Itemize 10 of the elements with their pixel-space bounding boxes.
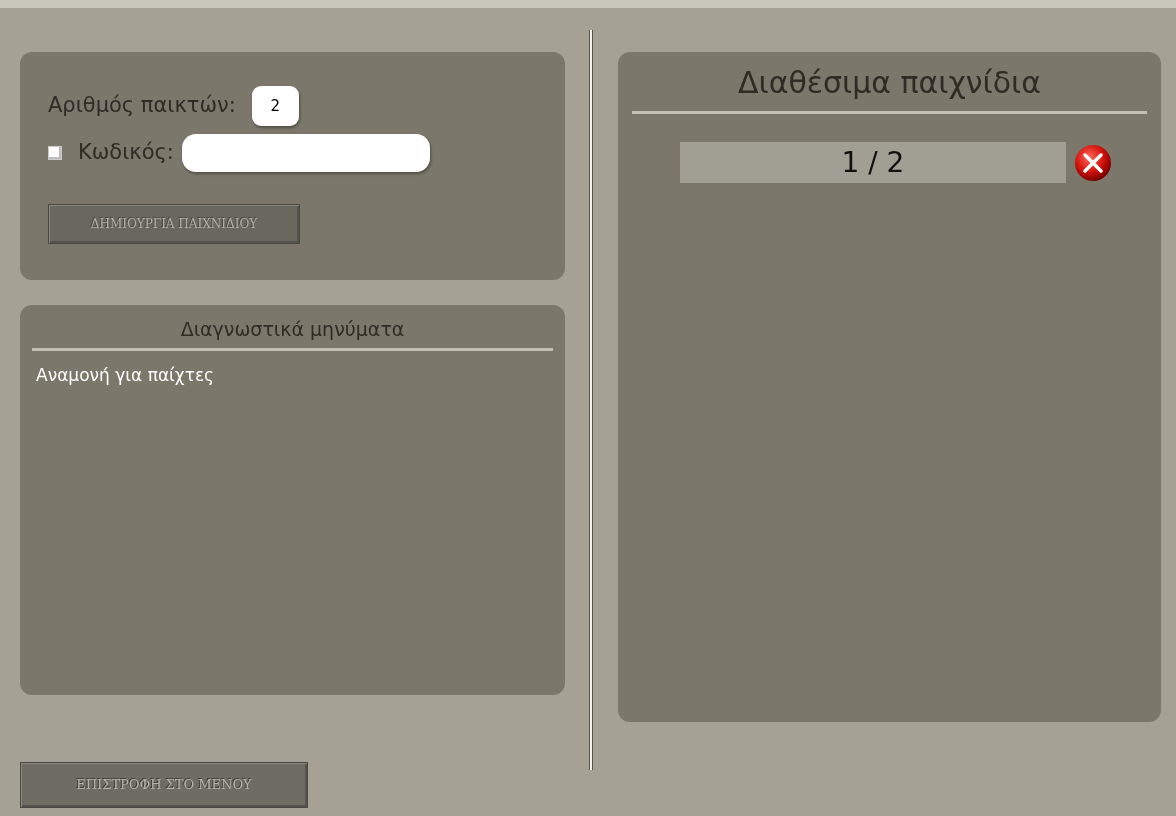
- close-icon[interactable]: [1074, 143, 1112, 182]
- panel-title: Διαθέσιμα παιχνίδια: [632, 60, 1147, 114]
- players-field[interactable]: 2: [251, 86, 299, 126]
- panel-title: Διαγνωστικά μηνύματα: [32, 315, 553, 351]
- password-label: Κωδικός:: [78, 139, 174, 167]
- game-slot[interactable]: 1 / 2: [680, 142, 1066, 183]
- password-field[interactable]: [181, 134, 430, 172]
- players-label: Αριθμός παικτών:: [48, 92, 236, 120]
- status-message: Αναμονή για παίχτες: [35, 363, 216, 387]
- password-checkbox[interactable]: [48, 146, 62, 160]
